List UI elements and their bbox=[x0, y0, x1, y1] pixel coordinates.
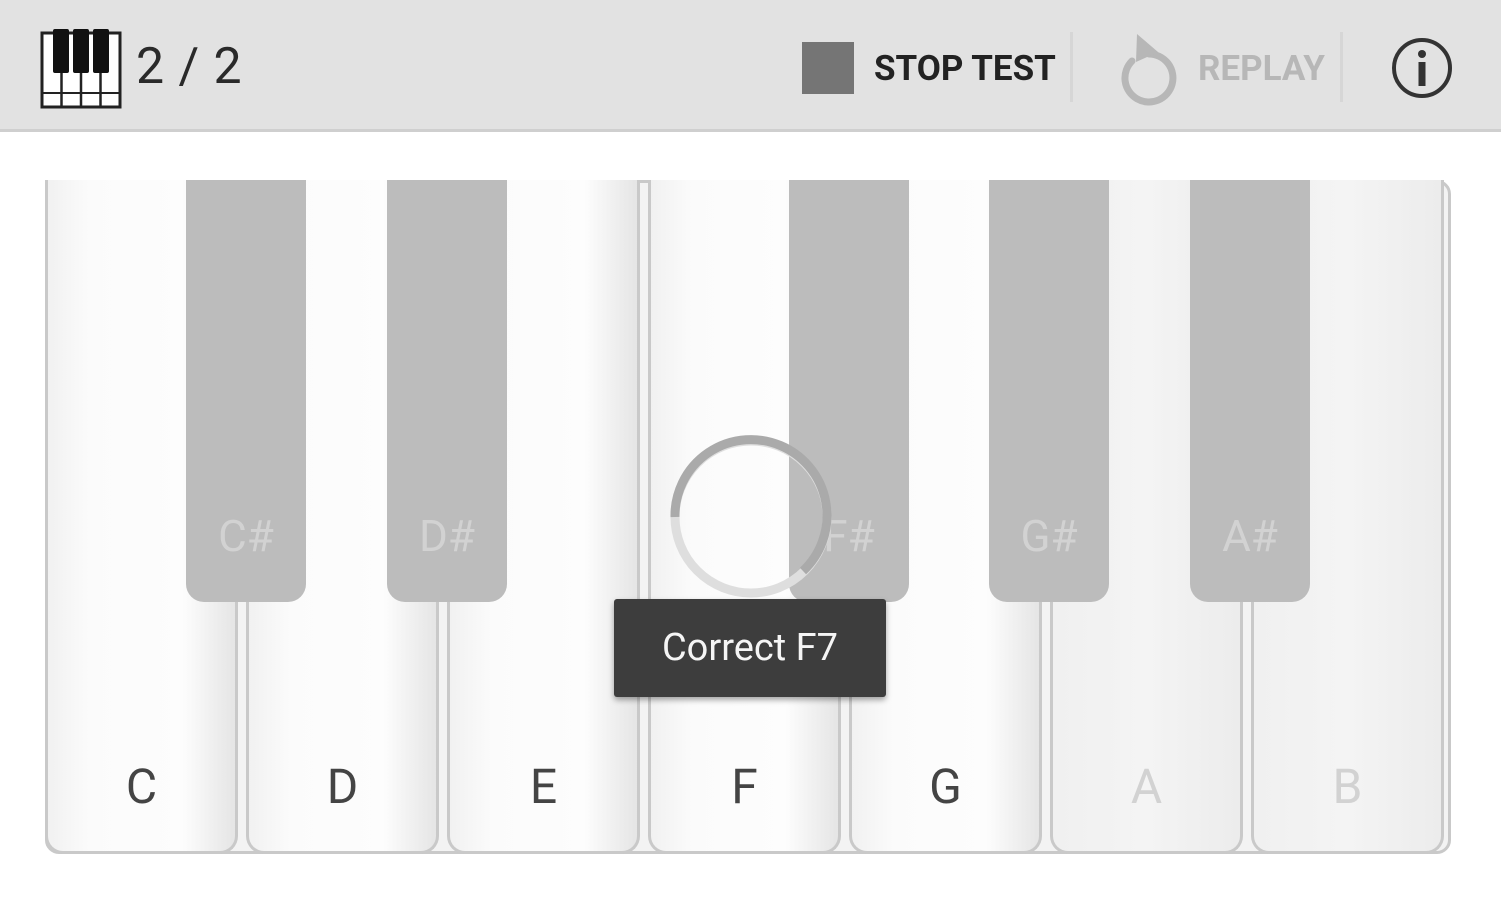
black-key-a-sharp[interactable]: A# bbox=[1190, 180, 1310, 602]
white-key-label: A bbox=[1130, 758, 1163, 815]
black-key-g-sharp[interactable]: G# bbox=[989, 180, 1109, 602]
toolbar-divider bbox=[1340, 32, 1343, 102]
white-key-label: C bbox=[125, 758, 158, 815]
white-key-label: E bbox=[529, 758, 558, 815]
white-key-label: F bbox=[731, 758, 758, 815]
stop-test-button[interactable]: STOP TEST bbox=[790, 28, 1056, 108]
test-progress: 2 / 2 bbox=[136, 38, 243, 96]
black-key-label: G# bbox=[1020, 510, 1078, 562]
result-toast: Correct F7 bbox=[614, 599, 886, 697]
replay-label: REPLAY bbox=[1198, 47, 1325, 89]
black-key-label: C# bbox=[218, 510, 274, 562]
black-key-label: D# bbox=[419, 510, 475, 562]
black-key-c-sharp[interactable]: C# bbox=[186, 180, 306, 602]
replay-button[interactable]: REPLAY bbox=[1112, 25, 1325, 111]
stop-square-icon bbox=[802, 42, 854, 94]
black-key-d-sharp[interactable]: D# bbox=[387, 180, 507, 602]
stop-test-label: STOP TEST bbox=[874, 47, 1056, 89]
piano-keys-icon bbox=[40, 29, 122, 109]
toolbar-divider bbox=[1070, 32, 1073, 102]
white-key-label: G bbox=[929, 758, 962, 815]
info-circle-icon[interactable] bbox=[1390, 36, 1454, 100]
white-key-label: D bbox=[326, 758, 359, 815]
toolbar: 2 / 2 STOP TEST REPLAY bbox=[0, 0, 1501, 132]
black-key-label: A# bbox=[1222, 510, 1278, 562]
loading-spinner-icon bbox=[670, 435, 832, 598]
white-key-label: B bbox=[1332, 758, 1363, 815]
replay-arrow-icon bbox=[1121, 34, 1177, 106]
